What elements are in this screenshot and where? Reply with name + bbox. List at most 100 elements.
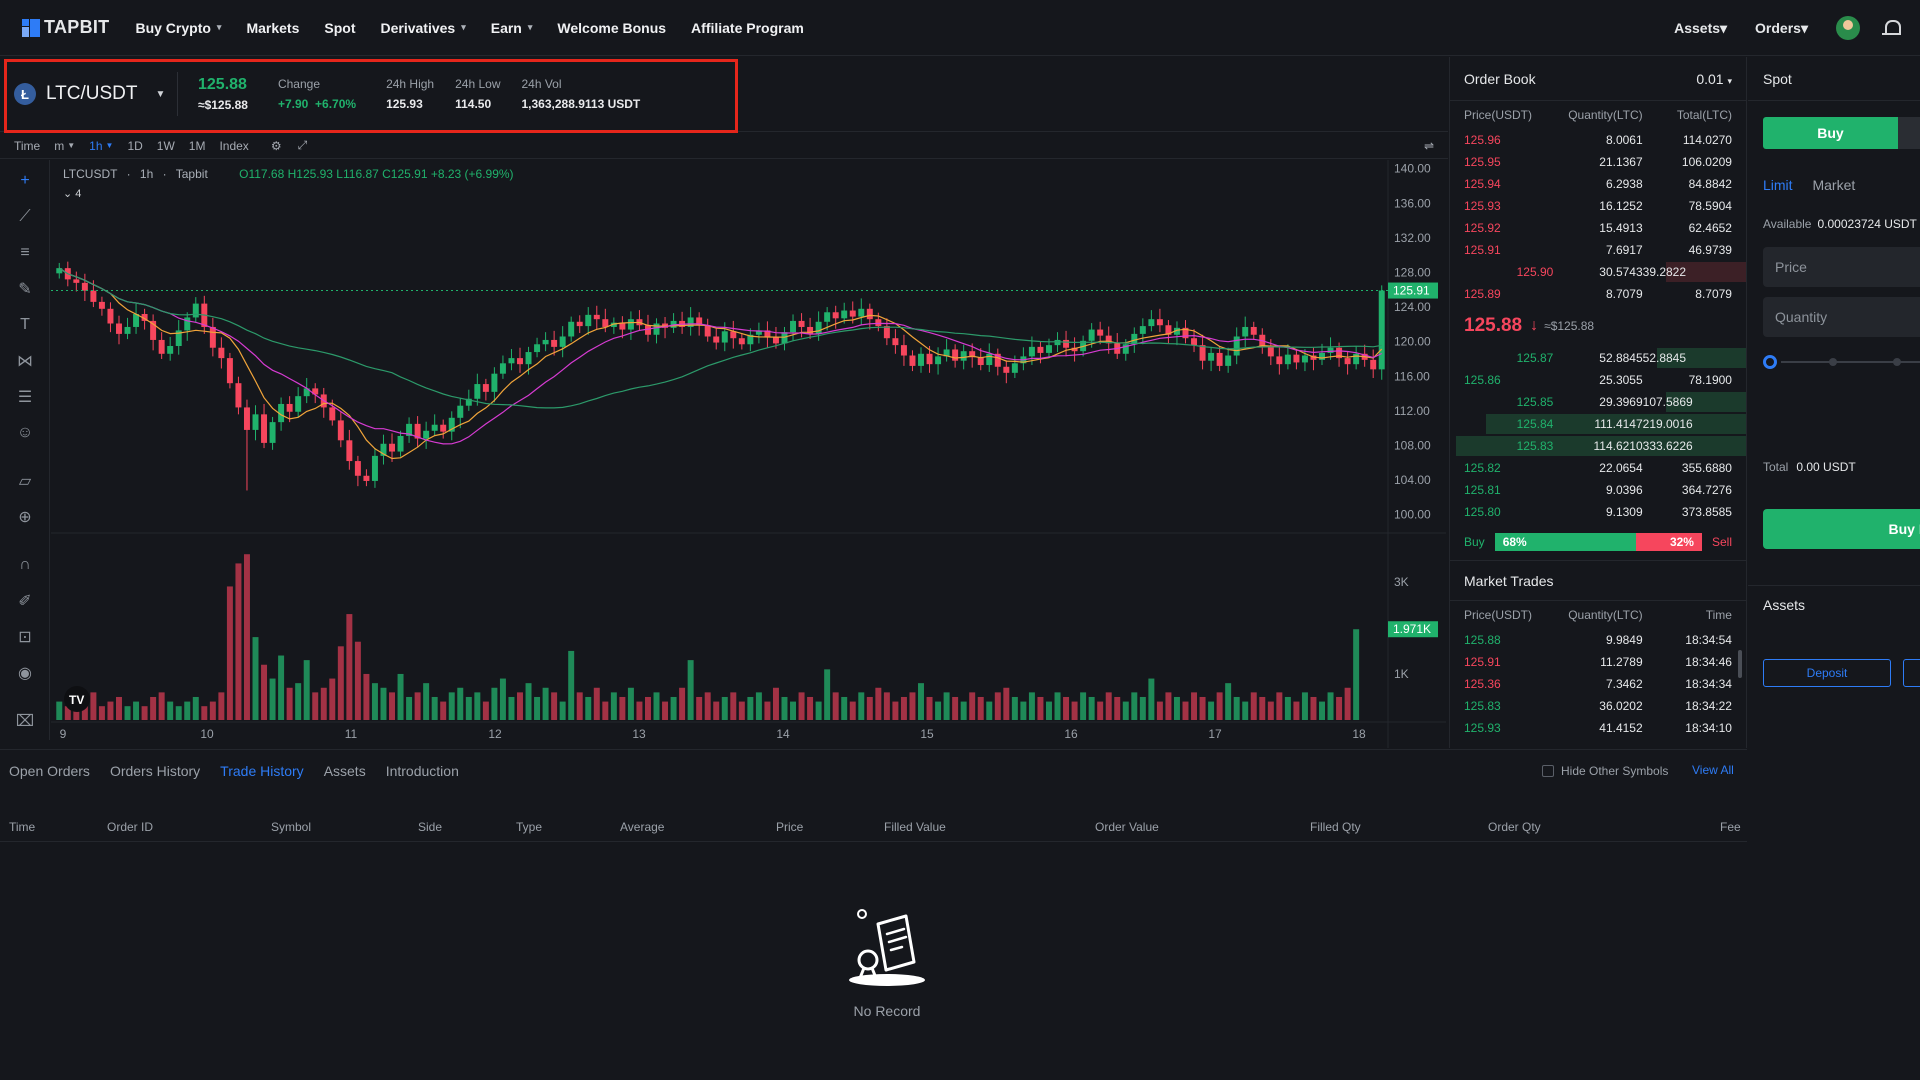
tab-assets[interactable]: Assets <box>324 763 366 779</box>
bid-row[interactable]: 125.82 22.0654 355.6880 <box>1450 457 1746 479</box>
nav-item-markets[interactable]: Markets <box>246 20 299 36</box>
chart-tb-1d[interactable]: 1D <box>127 139 142 153</box>
bid-row[interactable]: 125.83 114.6210 333.6226 <box>1450 435 1746 457</box>
nav-item-welcome-bonus[interactable]: Welcome Bonus <box>557 20 666 36</box>
view-all-link[interactable]: View All <box>1692 763 1734 777</box>
scrollbar[interactable] <box>1738 650 1742 678</box>
ruler-icon[interactable]: ▱ <box>14 470 36 492</box>
transfer-button[interactable] <box>1903 659 1920 687</box>
price-input[interactable]: Price <box>1763 247 1920 287</box>
lock-icon[interactable]: ⊡ <box>14 626 36 648</box>
ask-row[interactable]: 125.93 16.1252 78.5904 <box>1450 195 1746 217</box>
total-row: Total 0.00 USDT <box>1763 460 1856 474</box>
price-tick-label: 100.00 <box>1394 508 1431 522</box>
bid-row[interactable]: 125.86 25.3055 78.1900 <box>1450 369 1746 391</box>
column-header: Price(USDT) <box>1464 108 1532 122</box>
nav-item-buy-crypto[interactable]: Buy Crypto ▾ <box>135 20 221 36</box>
fullscreen-icon[interactable]: ⤢ <box>298 138 308 153</box>
bell-icon[interactable] <box>1882 18 1902 38</box>
chart-tb-index[interactable]: Index <box>219 139 248 153</box>
volume-bar <box>644 696 651 720</box>
sell-tab[interactable] <box>1898 117 1920 149</box>
price-chart[interactable]: 140.00 136.00 132.00 128.00 124.00 120.00 116.… <box>51 160 1446 748</box>
tab-orders-history[interactable]: Orders History <box>110 763 200 779</box>
chart-tb-1w[interactable]: 1W <box>157 139 175 153</box>
volume-bar <box>133 701 140 720</box>
volume-bar <box>278 655 285 720</box>
volume-bar <box>1165 692 1172 720</box>
pair-selector[interactable]: Ł LTC/USDT ▼ <box>14 72 178 116</box>
bid-row[interactable]: 125.80 9.1309 373.8585 <box>1450 501 1746 523</box>
slider-step[interactable] <box>1829 358 1837 366</box>
trade-row: 125.88 9.9849 18:34:54 <box>1450 629 1746 651</box>
tapbit-logo[interactable]: TAPBIT <box>22 17 109 38</box>
buy-tab[interactable]: Buy <box>1763 117 1898 149</box>
chart-options-icon[interactable]: ⇌ <box>1424 139 1434 153</box>
precision-select[interactable]: 0.01 ▾ <box>1696 71 1732 87</box>
slider-knob[interactable] <box>1763 355 1777 369</box>
nav-item-derivatives[interactable]: Derivatives ▾ <box>380 20 465 36</box>
pattern-icon[interactable]: ⋈ <box>14 350 36 372</box>
ask-row[interactable]: 125.92 15.4913 62.4652 <box>1450 217 1746 239</box>
volume-bar <box>303 660 310 720</box>
draw-mode-icon[interactable]: ✐ <box>14 590 36 612</box>
price-cell: 125.87 <box>1516 351 1554 365</box>
ask-row[interactable]: 125.95 21.1367 106.0209 <box>1450 151 1746 173</box>
emoji-icon[interactable]: ☺ <box>14 422 36 444</box>
avatar[interactable] <box>1836 16 1860 40</box>
trade-quantity: 9.9849 <box>1605 633 1643 647</box>
limit-tab[interactable]: Limit <box>1763 177 1793 193</box>
nav-item-spot[interactable]: Spot <box>324 20 355 36</box>
ask-row[interactable]: 125.96 8.0061 114.0270 <box>1450 129 1746 151</box>
hide-other-symbols[interactable]: Hide Other Symbols <box>1542 764 1668 778</box>
nav-item-earn[interactable]: Earn ▾ <box>491 20 533 36</box>
precision-value: 0.01 <box>1696 70 1724 87</box>
trash-icon[interactable]: ⌧ <box>14 710 36 732</box>
horizontal-lines-icon[interactable]: ≡ <box>14 242 36 264</box>
market-tab[interactable]: Market <box>1812 177 1855 193</box>
bid-row[interactable]: 125.85 29.3969 107.5869 <box>1450 391 1746 413</box>
chart-tb-time[interactable]: Time <box>14 139 40 153</box>
ask-row[interactable]: 125.94 6.2938 84.8842 <box>1450 173 1746 195</box>
buy-ltc-button[interactable]: Buy LTC <box>1763 509 1920 549</box>
eye-icon[interactable]: ◉ <box>14 662 36 684</box>
quantity-input[interactable]: Quantity <box>1763 297 1920 337</box>
bid-row[interactable]: 125.87 52.8845 52.8845 <box>1450 347 1746 369</box>
ratio-sell-pct: 32% <box>1669 534 1694 549</box>
zoom-in-icon[interactable]: ⊕ <box>14 506 36 528</box>
change-block: Change +7.90 +6.70% <box>278 77 356 111</box>
text-icon[interactable]: T <box>14 314 36 336</box>
volume-bar <box>1011 696 1018 720</box>
volume-bar <box>1259 696 1266 720</box>
bid-row[interactable]: 125.84 111.4147 219.0016 <box>1450 413 1746 435</box>
orders-menu[interactable]: Orders ▾ <box>1755 20 1808 37</box>
chart-tb-1h[interactable]: 1h <box>89 139 102 153</box>
magnet-icon[interactable]: ∩ <box>14 554 36 576</box>
nav-item-affiliate-program[interactable]: Affiliate Program <box>691 20 804 36</box>
deposit-button[interactable]: Deposit <box>1763 659 1891 687</box>
volume-bar <box>98 706 105 720</box>
candle-body <box>602 319 609 327</box>
amount-slider[interactable] <box>1763 355 1920 369</box>
tab-trade-history[interactable]: Trade History <box>220 763 304 779</box>
total-cell: 373.8585 <box>1681 505 1732 519</box>
assets-menu[interactable]: Assets ▾ <box>1674 20 1727 37</box>
tab-introduction[interactable]: Introduction <box>386 763 459 779</box>
candle-body <box>1353 353 1360 365</box>
slider-step[interactable] <box>1893 358 1901 366</box>
tab-open-orders[interactable]: Open Orders <box>9 763 90 779</box>
ask-row[interactable]: 125.91 7.6917 46.9739 <box>1450 239 1746 261</box>
ask-row[interactable]: 125.90 30.5743 39.2822 <box>1450 261 1746 283</box>
settings-icon[interactable]: ⚙ <box>271 139 282 153</box>
crosshair-icon[interactable]: + <box>14 170 36 192</box>
ask-row[interactable]: 125.89 8.7079 8.7079 <box>1450 283 1746 305</box>
checkbox[interactable] <box>1542 765 1554 777</box>
brush-icon[interactable]: ✎ <box>14 278 36 300</box>
chart-tb-1m[interactable]: 1M <box>189 139 206 153</box>
chart-tb-m[interactable]: m <box>54 139 64 153</box>
volume-bar <box>312 692 319 720</box>
trend-line-icon[interactable]: ⟋ <box>14 206 36 228</box>
bid-row[interactable]: 125.81 9.0396 364.7276 <box>1450 479 1746 501</box>
prediction-icon[interactable]: ☰ <box>14 386 36 408</box>
nav-item-label: Affiliate Program <box>691 19 804 36</box>
